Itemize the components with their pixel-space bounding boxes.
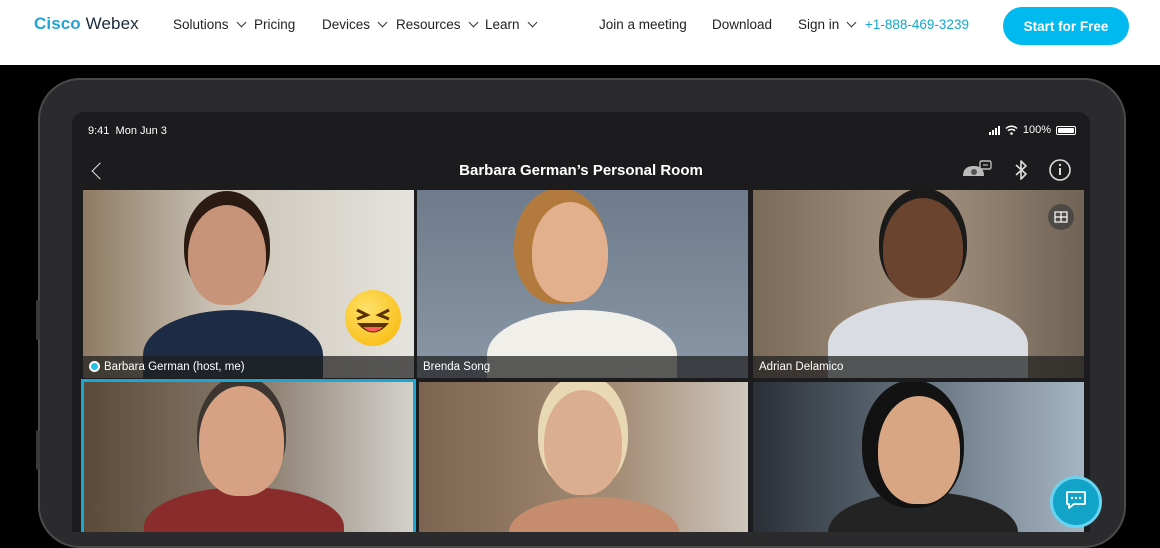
nav-pricing[interactable]: Pricing [254,17,295,32]
chevron-down-icon [236,17,246,28]
webex-logo[interactable]: Cisco Webex [34,14,139,34]
bluetooth-icon[interactable] [1014,159,1028,181]
tablet-side-button [36,300,40,340]
video-tile[interactable] [753,382,1084,532]
proximity-icon[interactable] [960,158,994,182]
start-for-free-button[interactable]: Start for Free [1003,7,1129,45]
participant-name-label: Barbara German (host, me) [83,356,414,378]
nav-pricing-label: Pricing [254,17,296,32]
video-tile-active-speaker[interactable] [81,379,416,532]
nav-resources[interactable]: Resources [396,17,478,32]
participant-name-label: Adrian Delamico [753,356,1084,378]
meeting-header-actions [960,158,1072,182]
video-tile[interactable]: Adrian Delamico [753,190,1084,378]
chevron-down-icon [527,17,537,28]
logo-cisco-text: Cisco [34,14,81,33]
status-right: 100% [988,124,1076,136]
logo-webex-text: Webex [85,14,139,33]
video-tile[interactable] [419,382,748,532]
tablet-screen: 9:41 Mon Jun 3 100% Barbara German’s Per… [72,112,1090,532]
participant-silhouette [544,390,622,495]
chevron-down-icon [468,17,478,28]
chevron-down-icon [377,17,388,28]
participant-name: Adrian Delamico [759,361,844,373]
nav-solutions[interactable]: Solutions [173,17,246,32]
emoji-laugh-icon [345,290,401,346]
video-tile[interactable]: Brenda Song [417,190,748,378]
participant-silhouette [878,396,960,504]
battery-icon [1056,125,1076,135]
nav-learn[interactable]: Learn [485,17,537,32]
status-bar: 9:41 Mon Jun 3 100% [72,112,1090,148]
participant-silhouette [188,205,266,305]
nav-devices[interactable]: Devices [322,17,388,32]
sign-in-label: Sign in [798,17,840,32]
chevron-down-icon [846,17,857,28]
download-link[interactable]: Download [712,17,772,32]
join-meeting-link[interactable]: Join a meeting [599,17,687,32]
nav-devices-label: Devices [322,17,371,32]
nav-learn-label: Learn [485,17,520,32]
status-date: Mon Jun 3 [115,125,167,137]
battery-percent: 100% [1022,124,1051,136]
chat-icon [1064,489,1088,516]
chat-button[interactable] [1050,476,1102,528]
grid-layout-icon[interactable] [1048,204,1074,230]
meeting-header: Barbara German’s Personal Room [72,152,1090,188]
participant-name: Barbara German (host, me) [104,361,245,373]
wifi-icon [1005,125,1018,135]
tablet-side-button [36,430,40,470]
nav-solutions-label: Solutions [173,17,229,32]
host-indicator-icon [89,361,100,372]
participant-silhouette [883,198,963,298]
participant-name: Brenda Song [423,361,491,373]
sign-in-menu[interactable]: Sign in [798,17,857,32]
participant-silhouette [532,202,608,302]
status-time: 9:41 Mon Jun 3 [88,125,167,137]
status-clock: 9:41 [88,125,110,137]
room-title: Barbara German’s Personal Room [459,162,703,179]
phone-number-link[interactable]: +1-888-469-3239 [865,17,969,32]
info-icon[interactable] [1048,158,1072,182]
top-navigation: Cisco Webex Solutions Pricing Devices Re… [0,0,1160,65]
participant-name-label: Brenda Song [417,356,748,378]
participant-silhouette [509,497,679,532]
nav-resources-label: Resources [396,17,461,32]
cellular-signal-icon [988,125,1000,135]
participant-silhouette [199,386,284,496]
video-tile[interactable]: Barbara German (host, me) [83,190,414,378]
